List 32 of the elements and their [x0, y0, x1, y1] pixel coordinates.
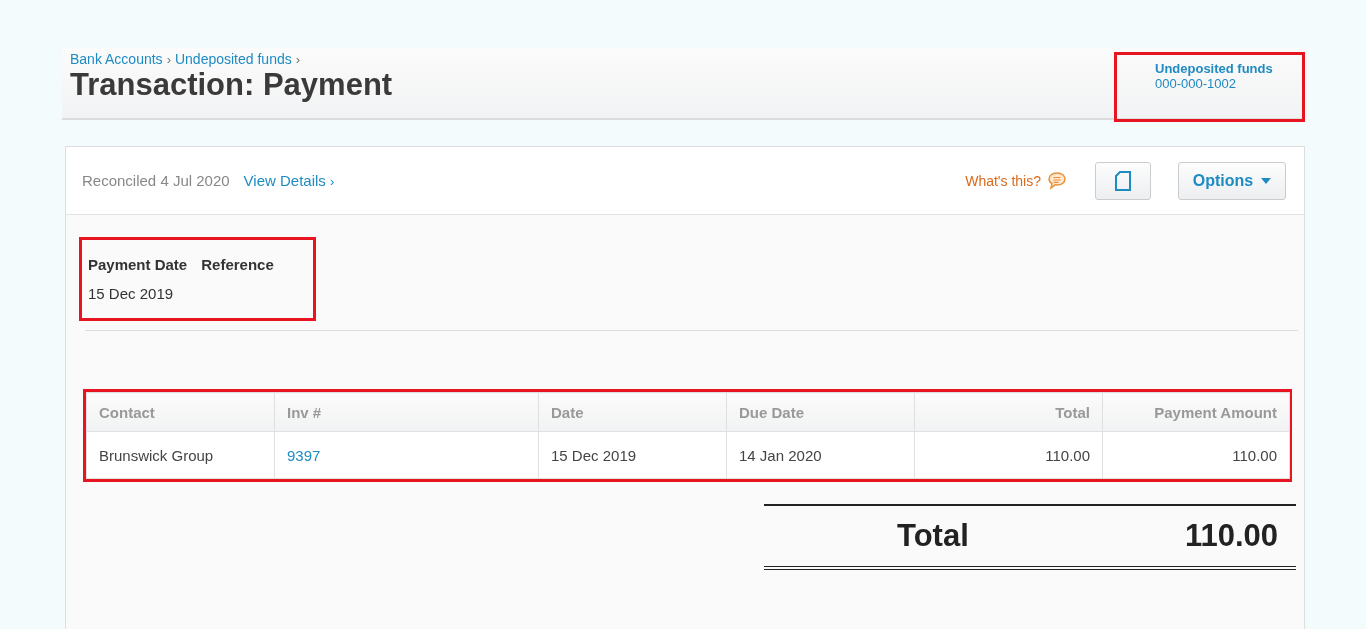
total-amount: 110.00 — [1184, 518, 1278, 554]
reconciled-status: Reconciled 4 Jul 2020 — [82, 172, 230, 189]
table-cell: 110.00 — [1102, 431, 1290, 479]
column-header: Due Date — [726, 392, 915, 432]
column-header: Total — [914, 392, 1103, 432]
chevron-icon: › — [295, 51, 301, 67]
table-cell: 110.00 — [914, 431, 1103, 479]
help-link[interactable]: What's this? — [965, 171, 1067, 190]
account-number: 000-000-1002 — [1155, 76, 1237, 91]
account-name: Undeposited funds — [1155, 61, 1274, 76]
page-title: Transaction: Payment — [70, 67, 393, 103]
field-label: Payment Date — [88, 256, 188, 273]
field-label: Reference — [201, 256, 274, 273]
table-cell: 15 Dec 2019 — [538, 431, 727, 479]
column-header: Date — [538, 392, 727, 432]
total-label: Total — [897, 518, 969, 554]
breadcrumb-link[interactable]: Bank Accounts — [70, 51, 163, 67]
chevron-icon: › — [166, 51, 171, 67]
view-details-link[interactable]: View Details › — [243, 172, 335, 189]
caret-icon — [1261, 177, 1272, 184]
invoice-link[interactable]: 9397 — [274, 431, 539, 479]
speech-bubble-icon — [1047, 171, 1067, 190]
document-button[interactable] — [1095, 161, 1151, 200]
column-header: Contact — [86, 392, 275, 432]
breadcrumb-link[interactable]: Undeposited funds — [174, 51, 292, 67]
column-header: Inv # — [274, 392, 539, 432]
table-cell: Brunswick Group — [86, 431, 275, 479]
field-value: 15 Dec 2019 — [88, 285, 175, 302]
column-header: Payment Amount — [1102, 392, 1290, 432]
table-cell: 14 Jan 2020 — [726, 431, 915, 479]
document-icon — [1115, 170, 1131, 191]
options-button[interactable]: Options — [1178, 161, 1286, 200]
